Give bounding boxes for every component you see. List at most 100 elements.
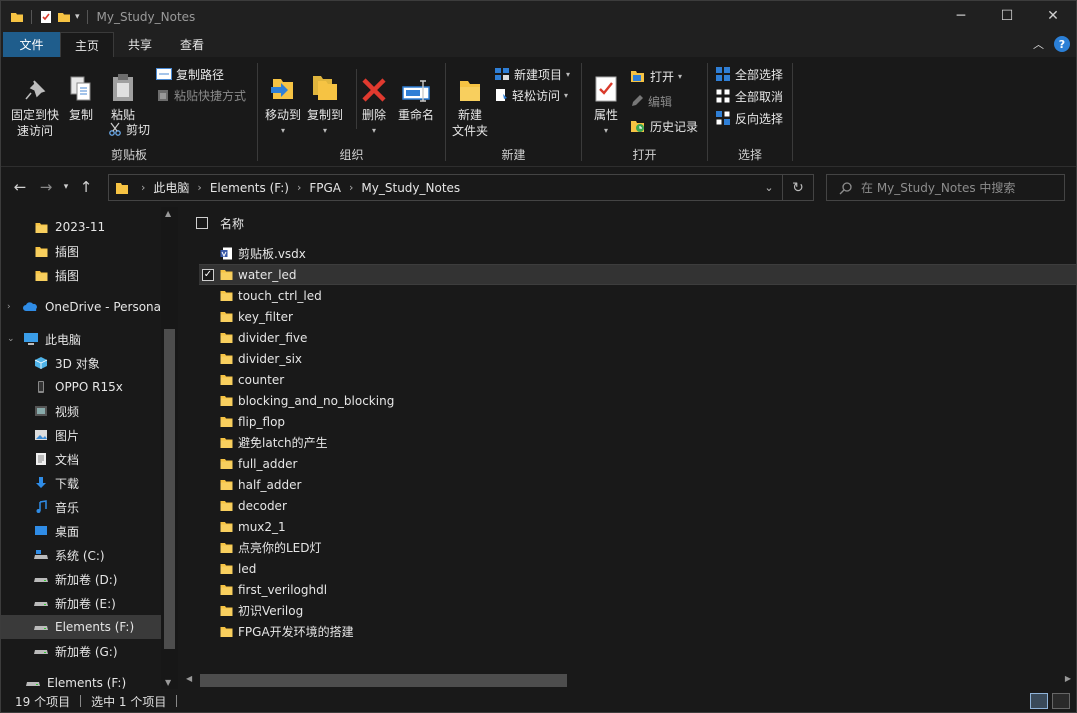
file-row[interactable]: 点亮你的LED灯 <box>199 537 1076 558</box>
file-row[interactable]: divider_six <box>199 348 1076 369</box>
row-checkbox[interactable] <box>202 395 214 407</box>
search-input[interactable]: 在 My_Study_Notes 中搜索 <box>861 179 1015 196</box>
scroll-down-icon[interactable]: ▼ <box>165 678 171 687</box>
nav-pane-scrollbar[interactable]: ▲ ▼ <box>161 207 178 689</box>
nav-item-16[interactable]: 新加卷 (E:) <box>1 591 161 615</box>
breadcrumb-elements[interactable]: Elements (F:) <box>210 181 289 195</box>
chevron-right-icon[interactable]: › <box>297 181 301 194</box>
address-history-dropdown-icon[interactable]: ⌄ <box>756 181 782 194</box>
nav-item-17[interactable]: Elements (F:) <box>1 615 161 639</box>
row-checkbox[interactable] <box>202 626 214 638</box>
customize-qat-icon[interactable]: ▾ <box>75 12 80 22</box>
refresh-icon[interactable]: ↻ <box>783 180 813 196</box>
file-row[interactable]: divider_five <box>199 327 1076 348</box>
scroll-right-icon[interactable]: ▶ <box>1065 674 1071 683</box>
help-icon[interactable]: ? <box>1054 36 1070 52</box>
chevron-right-icon[interactable]: › <box>349 181 353 194</box>
file-row[interactable]: key_filter <box>199 306 1076 327</box>
address-bar[interactable]: › 此电脑 › Elements (F:) › FPGA › My_Study_… <box>108 174 814 201</box>
file-row[interactable]: counter <box>199 369 1076 390</box>
row-checkbox[interactable] <box>202 332 214 344</box>
invert-selection-button[interactable]: 反向选择 <box>716 109 783 127</box>
nav-item-19[interactable]: Elements (F:) <box>1 671 161 689</box>
maximize-button[interactable]: ☐ <box>984 1 1030 31</box>
nav-item-2[interactable]: 插图 <box>1 239 161 263</box>
paste-button[interactable]: 粘贴 <box>105 67 141 123</box>
row-checkbox[interactable]: ✓ <box>202 268 214 281</box>
forward-arrow-icon[interactable]: → <box>33 178 59 196</box>
file-row[interactable]: 避免latch的产生 <box>199 432 1076 453</box>
file-row[interactable]: blocking_and_no_blocking <box>199 390 1076 411</box>
tab-view[interactable]: 查看 <box>166 32 218 57</box>
expand-chevron-icon[interactable]: ⌄ <box>7 334 15 344</box>
nav-item-7[interactable]: OPPO R15x <box>1 375 161 399</box>
copy-to-button[interactable]: 复制到 ▾ <box>304 67 346 139</box>
nav-item-18[interactable]: 新加卷 (G:) <box>1 639 161 663</box>
scroll-left-icon[interactable]: ◀ <box>186 674 192 683</box>
scroll-up-icon[interactable]: ▲ <box>165 209 171 218</box>
paste-shortcut-button[interactable]: 粘贴快捷方式 <box>156 86 246 104</box>
properties-icon[interactable] <box>39 10 53 24</box>
tab-file[interactable]: 文件 <box>3 32 60 57</box>
tab-share[interactable]: 共享 <box>114 32 166 57</box>
cut-button[interactable]: 剪切 <box>108 120 150 138</box>
back-arrow-icon[interactable]: ← <box>7 178 33 196</box>
copy-path-button[interactable]: 复制路径 <box>156 65 224 83</box>
file-row[interactable]: FPGA开发环境的搭建 <box>199 621 1076 642</box>
row-checkbox[interactable] <box>202 374 214 386</box>
file-row[interactable]: first_veriloghdl <box>199 579 1076 600</box>
file-row[interactable]: 剪贴板.vsdx <box>199 243 1076 264</box>
nav-pane-scroll-thumb[interactable] <box>164 329 175 649</box>
nav-item-15[interactable]: 新加卷 (D:) <box>1 567 161 591</box>
row-checkbox[interactable] <box>202 500 214 512</box>
nav-item-14[interactable]: 系统 (C:) <box>1 543 161 567</box>
up-arrow-icon[interactable]: ↑ <box>73 178 99 196</box>
breadcrumb-fpga[interactable]: FPGA <box>309 181 341 195</box>
select-all-button[interactable]: 全部选择 <box>716 65 783 83</box>
delete-button[interactable]: 删除 ▾ <box>356 67 392 139</box>
recent-locations-icon[interactable]: ▾ <box>59 182 73 192</box>
file-row[interactable]: 初识Verilog <box>199 600 1076 621</box>
details-view-icon[interactable] <box>1030 693 1048 709</box>
file-row[interactable]: decoder <box>199 495 1076 516</box>
row-checkbox[interactable] <box>202 521 214 533</box>
history-button[interactable]: 历史记录 <box>630 117 698 135</box>
file-row[interactable]: full_adder <box>199 453 1076 474</box>
tab-home[interactable]: 主页 <box>60 32 115 57</box>
nav-item-12[interactable]: 音乐 <box>1 495 161 519</box>
nav-item-3[interactable]: 插图 <box>1 263 161 287</box>
row-checkbox[interactable] <box>202 584 214 596</box>
column-header-name[interactable]: 名称 <box>220 215 244 232</box>
search-box[interactable]: 在 My_Study_Notes 中搜索 <box>826 174 1065 201</box>
nav-item-4[interactable]: OneDrive - Persona › <box>1 295 161 319</box>
file-row[interactable]: ✓ water_led <box>199 264 1076 285</box>
nav-item-5[interactable]: 此电脑 ⌄ <box>1 327 161 351</box>
easy-access-button[interactable]: 轻松访问 ▾ <box>494 86 568 104</box>
chevron-right-icon[interactable]: › <box>141 181 145 194</box>
row-checkbox[interactable] <box>202 542 214 554</box>
file-row[interactable]: touch_ctrl_led <box>199 285 1076 306</box>
row-checkbox[interactable] <box>202 416 214 428</box>
row-checkbox[interactable] <box>202 458 214 470</box>
row-checkbox[interactable] <box>202 605 214 617</box>
new-folder-icon[interactable] <box>57 10 71 24</box>
select-none-button[interactable]: 全部取消 <box>716 87 783 105</box>
chevron-right-icon[interactable]: › <box>197 181 201 194</box>
nav-item-9[interactable]: 图片 <box>1 423 161 447</box>
file-row[interactable]: half_adder <box>199 474 1076 495</box>
row-checkbox[interactable] <box>202 437 214 449</box>
nav-item-11[interactable]: 下载 <box>1 471 161 495</box>
row-checkbox[interactable] <box>202 311 214 323</box>
row-checkbox[interactable] <box>202 248 214 260</box>
file-row[interactable]: flip_flop <box>199 411 1076 432</box>
row-checkbox[interactable] <box>202 479 214 491</box>
move-to-button[interactable]: 移动到 ▾ <box>262 67 304 139</box>
copy-button[interactable]: 复制 <box>63 67 99 123</box>
edit-button[interactable]: 编辑 <box>630 92 672 110</box>
properties-button[interactable]: 属性 ▾ <box>586 67 626 139</box>
open-button[interactable]: 打开 ▾ <box>630 67 682 85</box>
pin-quick-access-button[interactable]: 固定到快 速访问 <box>7 67 63 139</box>
horizontal-scroll-thumb[interactable] <box>200 674 567 687</box>
nav-item-6[interactable]: 3D 对象 <box>1 351 161 375</box>
select-all-checkbox[interactable] <box>196 217 208 229</box>
